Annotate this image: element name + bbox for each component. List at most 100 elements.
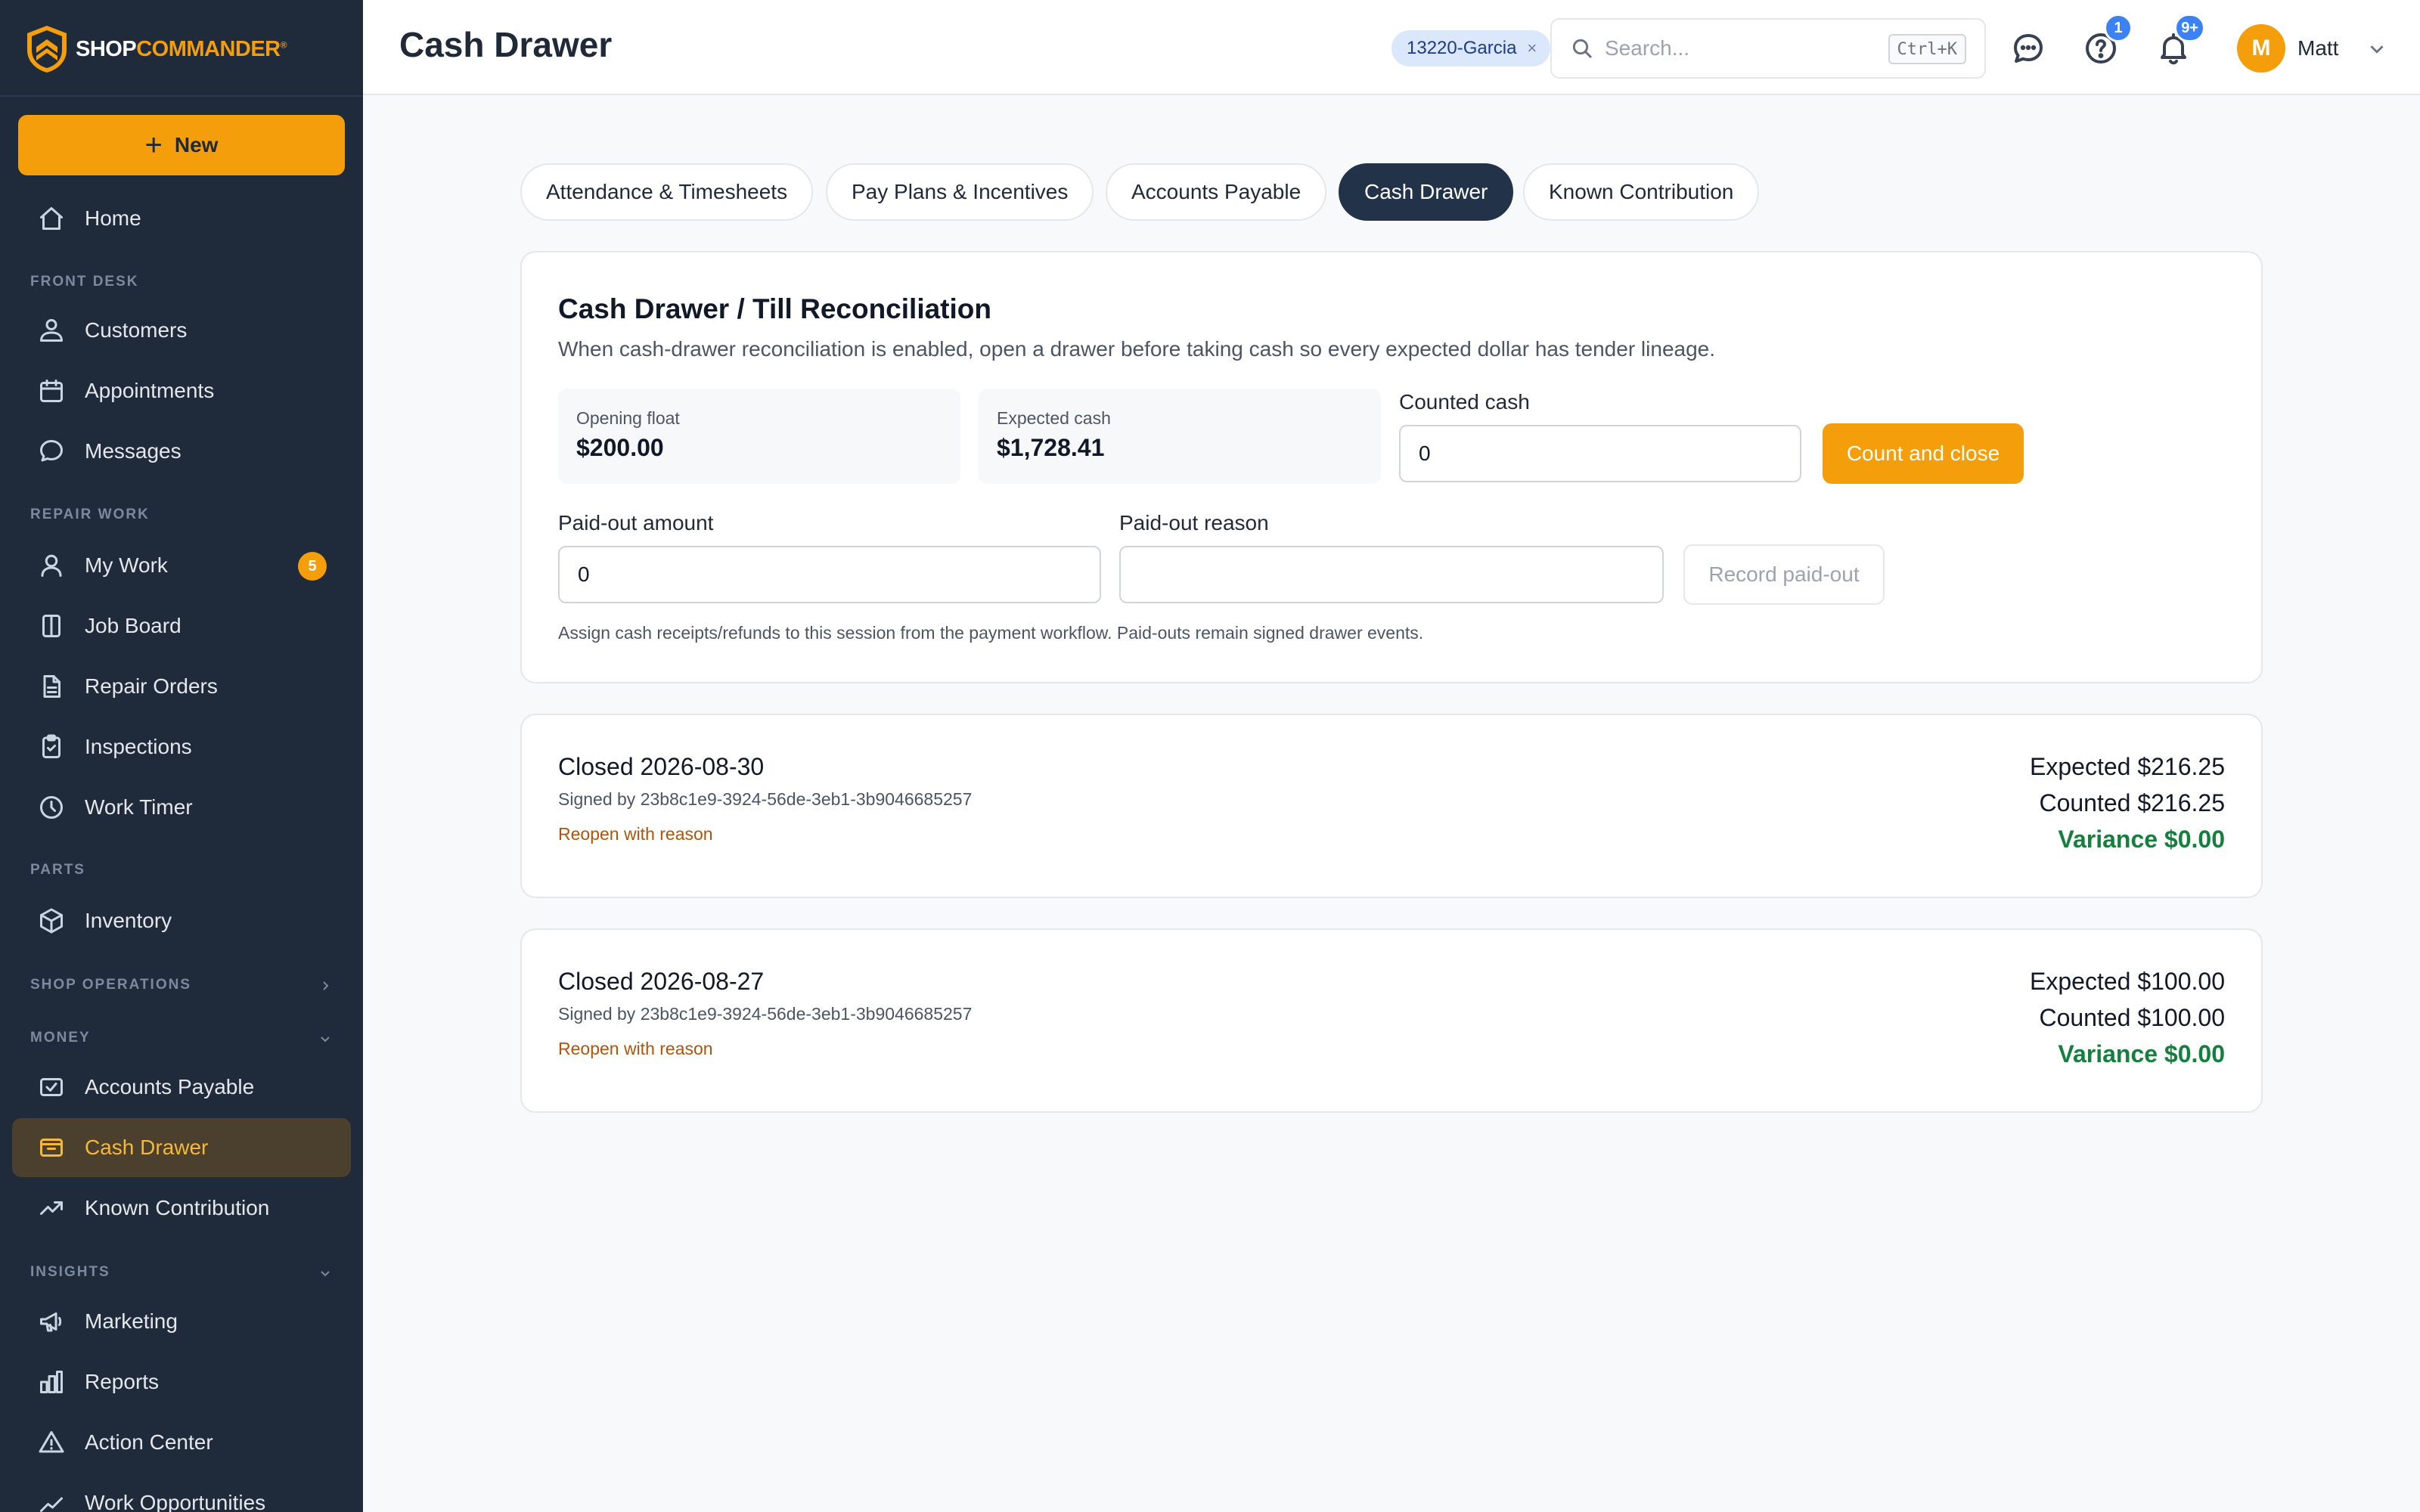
reconciliation-subtitle: When cash-drawer reconciliation is enabl… <box>558 337 1716 361</box>
paid-out-amount-label: Paid-out amount <box>558 511 714 534</box>
new-button[interactable]: + New <box>18 115 345 175</box>
clock-icon <box>38 794 65 821</box>
sidebar-item-job-board[interactable]: Job Board <box>12 596 351 655</box>
sidebar-item-appointments[interactable]: Appointments <box>12 361 351 420</box>
session-title: Closed 2026-08-27 <box>558 968 765 995</box>
shield-logo-icon <box>27 26 67 73</box>
drawer-session-card: Closed 2026-08-27 Signed by 23b8c1e9-392… <box>520 928 2263 1113</box>
close-icon[interactable]: × <box>1527 39 1537 58</box>
paid-out-amount-input[interactable] <box>558 546 1101 603</box>
top-header: Cash Drawer 13220-Garcia × Ctrl+K 1 9+ M… <box>363 0 2420 95</box>
reconciliation-note: Assign cash receipts/refunds to this ses… <box>558 623 1424 643</box>
package-icon <box>38 907 65 934</box>
sidebar-item-action-center[interactable]: Action Center <box>12 1413 351 1472</box>
invoice-check-icon <box>38 1074 65 1101</box>
section-insights[interactable]: INSIGHTS <box>30 1264 330 1281</box>
help-center-button[interactable]: 1 <box>2083 14 2133 67</box>
sidebar-item-cash-drawer[interactable]: Cash Drawer <box>12 1118 351 1177</box>
notifications-badge: 9+ <box>2174 14 2205 42</box>
drawer-session-card: Closed 2026-08-30 Signed by 23b8c1e9-392… <box>520 714 2263 898</box>
help-badge: 1 <box>2104 14 2133 42</box>
sidebar-item-home[interactable]: Home <box>12 189 351 248</box>
tab-cash-drawer[interactable]: Cash Drawer <box>1339 163 1514 221</box>
section-parts: PARTS <box>30 862 85 878</box>
page-title: Cash Drawer <box>399 25 613 64</box>
section-money[interactable]: MONEY <box>30 1030 330 1046</box>
search-shortcut-hint: Ctrl+K <box>1888 34 1966 64</box>
brand-name: SHOPCOMMANDER® <box>76 36 287 61</box>
sidebar-item-work-timer[interactable]: Work Timer <box>12 778 351 837</box>
session-variance: Variance $0.00 <box>2058 826 2225 853</box>
session-signed-by: Signed by 23b8c1e9-3924-56de-3eb1-3b9046… <box>558 1004 973 1024</box>
brand-logo[interactable]: SHOPCOMMANDER® <box>24 23 287 76</box>
search-icon <box>1570 36 1594 60</box>
session-variance: Variance $0.00 <box>2058 1040 2225 1067</box>
user-icon <box>38 552 65 579</box>
chevron-down-icon[interactable] <box>2366 38 2388 60</box>
paid-out-reason-input[interactable] <box>1119 546 1664 603</box>
reopen-with-reason-link[interactable]: Reopen with reason <box>558 824 713 844</box>
alert-triangle-icon <box>38 1429 65 1456</box>
users-icon <box>38 317 65 344</box>
location-filter-chip[interactable]: 13220-Garcia × <box>1392 30 1551 67</box>
sparkline-icon <box>38 1489 65 1512</box>
calendar-icon <box>38 377 65 404</box>
reconciliation-title: Cash Drawer / Till Reconciliation <box>558 293 991 324</box>
board-icon <box>38 612 65 640</box>
sidebar-item-inventory[interactable]: Inventory <box>12 891 351 950</box>
user-name[interactable]: Matt <box>2297 36 2338 60</box>
opening-float-value: $200.00 <box>576 434 664 461</box>
sidebar-item-marketing[interactable]: Marketing <box>12 1292 351 1351</box>
session-signed-by: Signed by 23b8c1e9-3924-56de-3eb1-3b9046… <box>558 789 973 809</box>
paid-out-reason-label: Paid-out reason <box>1119 511 1269 534</box>
section-repair-work: REPAIR WORK <box>30 507 150 522</box>
sidebar-item-reports[interactable]: Reports <box>12 1352 351 1411</box>
chevron-down-icon <box>321 1271 330 1277</box>
chevron-right-icon <box>323 981 329 990</box>
chat-button[interactable] <box>2010 30 2046 67</box>
sidebar-item-known-contribution[interactable]: Known Contribution <box>12 1179 351 1238</box>
tab-attendance-timesheets[interactable]: Attendance & Timesheets <box>520 163 814 221</box>
sidebar-item-work-opportunities[interactable]: Work Opportunities <box>12 1473 351 1512</box>
sidebar: SHOPCOMMANDER® + New Home FRONT DESK Cus… <box>0 0 363 1512</box>
app-root: SHOPCOMMANDER® + New Home FRONT DESK Cus… <box>0 0 2420 1512</box>
sidebar-item-messages[interactable]: Messages <box>12 422 351 481</box>
session-counted: Counted $216.25 <box>2039 789 2225 816</box>
tab-pay-plans-incentives[interactable]: Pay Plans & Incentives <box>826 163 1094 221</box>
bar-chart-icon <box>38 1368 65 1396</box>
document-icon <box>38 673 65 700</box>
sidebar-item-accounts-payable[interactable]: Accounts Payable <box>12 1058 351 1117</box>
user-avatar[interactable]: M <box>2237 24 2285 73</box>
sidebar-item-repair-orders[interactable]: Repair Orders <box>12 657 351 716</box>
plus-icon: + <box>144 129 163 162</box>
reconciliation-card: Cash Drawer / Till Reconciliation When c… <box>520 251 2263 683</box>
home-icon <box>38 205 65 232</box>
megaphone-icon <box>38 1308 65 1335</box>
search-box[interactable]: Ctrl+K <box>1550 18 1986 79</box>
sidebar-item-customers[interactable]: Customers <box>12 301 351 360</box>
chevron-down-icon <box>321 1036 330 1043</box>
count-and-close-button[interactable]: Count and close <box>1823 423 2024 484</box>
session-expected: Expected $100.00 <box>2030 968 2225 995</box>
message-icon <box>38 438 65 465</box>
counted-cash-input[interactable] <box>1399 425 1801 482</box>
tab-known-contribution[interactable]: Known Contribution <box>1523 163 1760 221</box>
record-paid-out-button[interactable]: Record paid-out <box>1683 544 1885 605</box>
expected-cash-value: $1,728.41 <box>997 434 1105 461</box>
trending-up-icon <box>38 1194 65 1222</box>
sidebar-item-inspections[interactable]: Inspections <box>12 717 351 776</box>
opening-float-stat: Opening float $200.00 <box>558 389 960 484</box>
tab-accounts-payable[interactable]: Accounts Payable <box>1106 163 1327 221</box>
session-counted: Counted $100.00 <box>2039 1004 2225 1031</box>
section-shop-operations[interactable]: SHOP OPERATIONS <box>30 977 329 993</box>
clipboard-check-icon <box>38 733 65 761</box>
sidebar-item-my-work[interactable]: My Work 5 <box>12 536 351 595</box>
notifications-button[interactable]: 9+ <box>2155 14 2205 67</box>
section-front-desk: FRONT DESK <box>30 274 139 290</box>
my-work-count-badge: 5 <box>298 552 327 581</box>
search-input[interactable] <box>1605 36 1877 60</box>
expected-cash-stat: Expected cash $1,728.41 <box>979 389 1381 484</box>
counted-cash-label: Counted cash <box>1399 390 1530 414</box>
session-title: Closed 2026-08-30 <box>558 753 765 780</box>
reopen-with-reason-link[interactable]: Reopen with reason <box>558 1039 713 1059</box>
